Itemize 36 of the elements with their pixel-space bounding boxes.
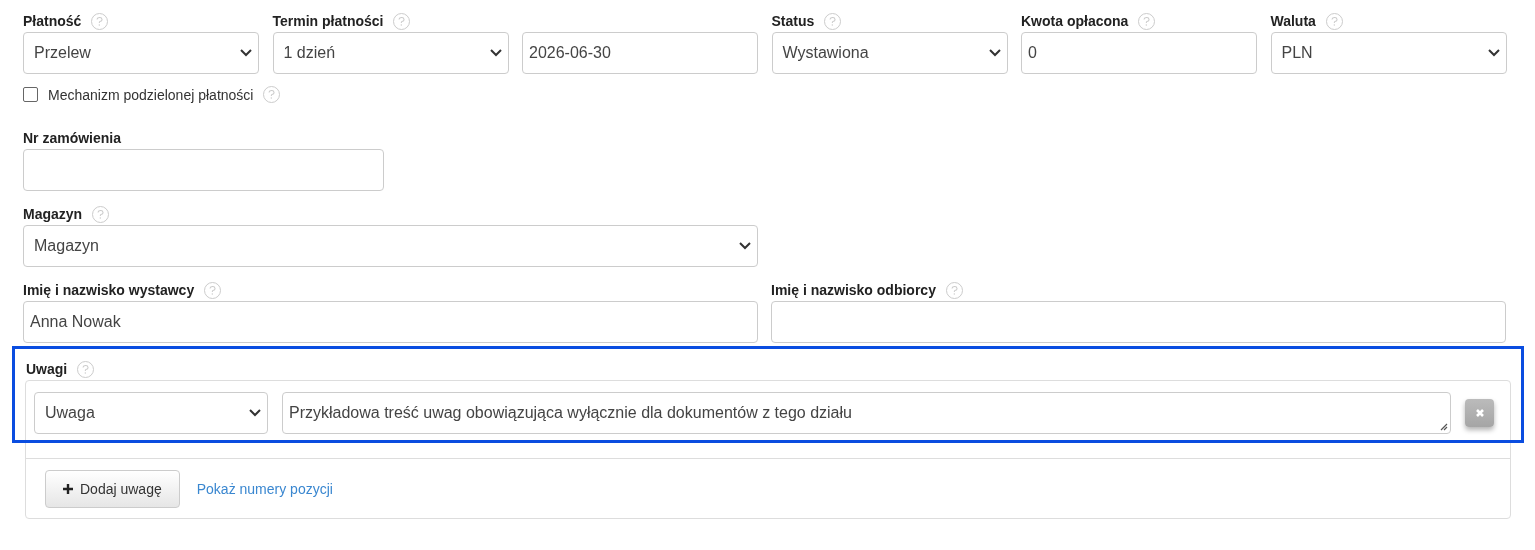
field-label: Imię i nazwisko odbiorcy bbox=[771, 282, 936, 298]
select-field[interactable]: Wystawiona bbox=[771, 32, 1008, 74]
select-field[interactable]: 1 dzień bbox=[272, 32, 509, 74]
field-label: Status bbox=[771, 13, 815, 29]
field-label: Termin płatności bbox=[272, 13, 384, 29]
field-label: Imię i nazwisko wystawcy bbox=[23, 282, 195, 298]
input-field[interactable] bbox=[23, 149, 384, 191]
chevron-down-icon bbox=[249, 409, 261, 417]
chevron-down-icon bbox=[240, 49, 252, 57]
field-label: Waluta bbox=[1270, 13, 1316, 29]
chevron-down-icon bbox=[739, 242, 751, 250]
select-field[interactable]: Uwaga bbox=[34, 392, 268, 434]
plus-icon bbox=[63, 484, 73, 494]
resize-handle-icon[interactable] bbox=[1440, 423, 1448, 431]
text-area[interactable]: Przykładowa treść uwag obowiązująca wyłącznie dla dokumentów z tego działu bbox=[282, 392, 1451, 434]
show-numbers-link[interactable]: Pokaż numery pozycji bbox=[196, 481, 333, 497]
select-field[interactable]: Magazyn bbox=[23, 225, 758, 267]
select-field[interactable]: PLN bbox=[1270, 32, 1507, 74]
chevron-down-icon bbox=[988, 49, 1001, 57]
input-field[interactable]: 0 bbox=[1021, 32, 1257, 74]
add-note-button[interactable]: Dodaj uwagę bbox=[45, 470, 180, 508]
select-field[interactable]: Przelew bbox=[23, 32, 259, 74]
input-field[interactable]: Anna Nowak bbox=[23, 301, 758, 343]
checkbox[interactable] bbox=[23, 87, 38, 102]
chevron-down-icon bbox=[489, 49, 502, 57]
input-field[interactable]: 2026-06-30 bbox=[522, 32, 758, 74]
close-icon bbox=[1474, 408, 1485, 418]
checkbox-label: Mechanizm podzielonej płatności bbox=[48, 86, 254, 103]
field-label: Magazyn bbox=[23, 206, 83, 222]
field-label: Płatność bbox=[23, 13, 82, 29]
field-label: Nr zamówienia bbox=[23, 130, 122, 146]
input-field[interactable] bbox=[771, 301, 1506, 343]
delete-button[interactable] bbox=[1465, 399, 1494, 427]
section-label: Uwagi bbox=[26, 361, 68, 377]
chevron-down-icon bbox=[1487, 49, 1500, 57]
field-label: Kwota opłacona bbox=[1021, 13, 1129, 29]
